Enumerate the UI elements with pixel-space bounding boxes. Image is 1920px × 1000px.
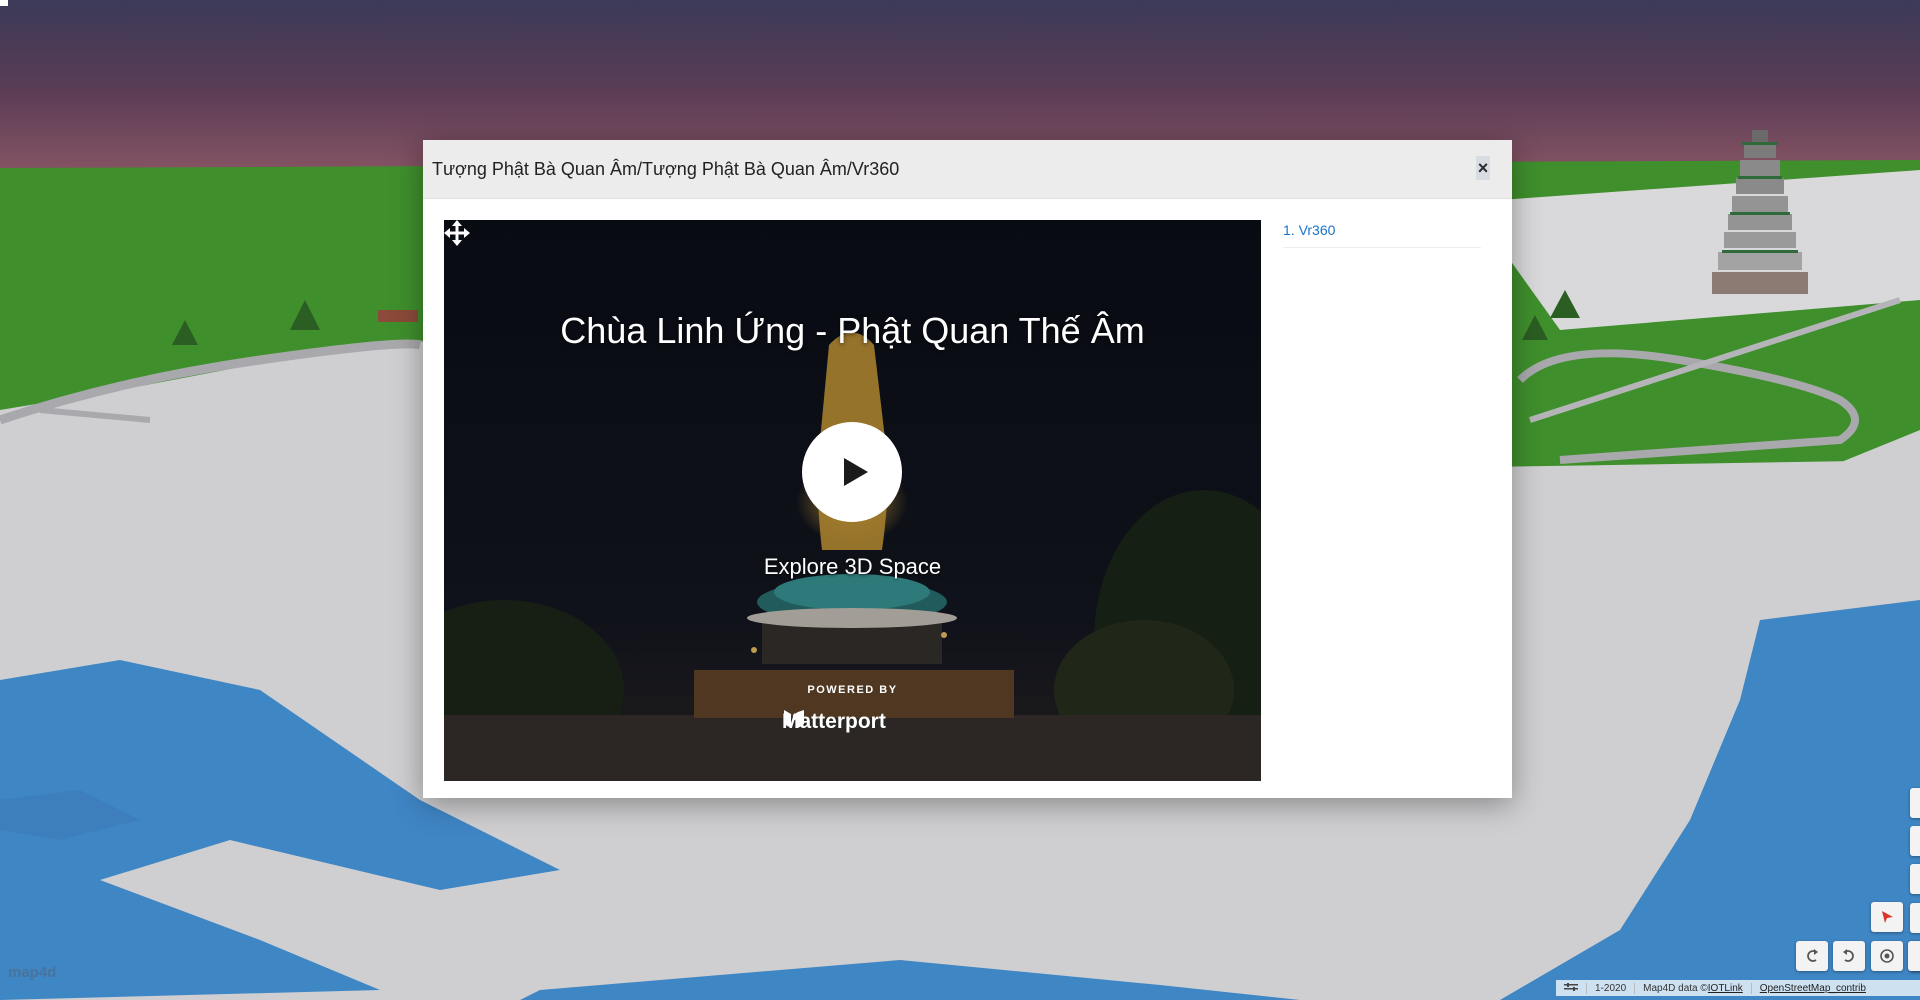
modal-title: Tượng Phật Bà Quan Âm/Tượng Phật Bà Quan…: [432, 159, 900, 179]
rotate-left-icon: [1807, 949, 1818, 962]
map-data-attribution: Map4D data ©IOTLink: [1635, 982, 1752, 994]
powered-by-label: POWERED BY: [807, 684, 898, 696]
list-item-vr360[interactable]: 1. Vr360: [1283, 220, 1481, 248]
compass-target-icon: [1880, 949, 1894, 963]
matterport-brand[interactable]: Matterport: [782, 707, 886, 737]
corner-marker: [0, 0, 8, 6]
viewer-title: Chùa Linh Ứng - Phật Quan Thế Âm: [560, 310, 1145, 351]
map-scale: 1-2020: [1587, 982, 1636, 994]
modal-header: Tượng Phật Bà Quan Âm/Tượng Phật Bà Quan…: [423, 140, 1512, 199]
map-scene[interactable]: map4d Tượng Phật Bà Quan Âm/Tượng Phật B…: [0, 0, 1920, 1000]
location-pin-button[interactable]: [1871, 902, 1903, 932]
iotlink-link[interactable]: IOTLink: [1708, 983, 1743, 994]
play-icon: [844, 458, 868, 486]
map-side-button[interactable]: [1910, 826, 1920, 856]
map-logo: map4d: [8, 964, 57, 981]
close-button[interactable]: ×: [1476, 156, 1490, 180]
move-icon[interactable]: [444, 220, 470, 246]
attribution-text: Map4D data ©: [1643, 982, 1708, 994]
location-pin-icon: [1882, 911, 1893, 923]
map-side-button[interactable]: [1908, 941, 1920, 971]
vr360-modal: Tượng Phật Bà Quan Âm/Tượng Phật Bà Quan…: [423, 140, 1512, 798]
rotate-right-icon: [1843, 949, 1854, 962]
rotate-right-button[interactable]: [1833, 941, 1865, 971]
map-side-button[interactable]: [1910, 903, 1920, 933]
explore-label: Explore 3D Space: [763, 554, 942, 579]
osm-link[interactable]: OpenStreetMap_contrib: [1752, 983, 1874, 994]
play-button[interactable]: [802, 422, 902, 522]
scale-icon: [1556, 982, 1587, 994]
matterport-viewer[interactable]: Chùa Linh Ứng - Phật Quan Thế Âm Explore…: [444, 220, 1261, 781]
map-side-button[interactable]: [1910, 864, 1920, 894]
compass-target-button[interactable]: [1871, 941, 1903, 971]
vr-scene-list: 1. Vr360: [1283, 220, 1481, 248]
map-attribution-bar: 1-2020 Map4D data ©IOTLink OpenStreetMap…: [1556, 980, 1920, 996]
rotate-left-button[interactable]: [1796, 941, 1828, 971]
map-side-button[interactable]: [1910, 788, 1920, 818]
matterport-logo-icon: [784, 710, 804, 728]
